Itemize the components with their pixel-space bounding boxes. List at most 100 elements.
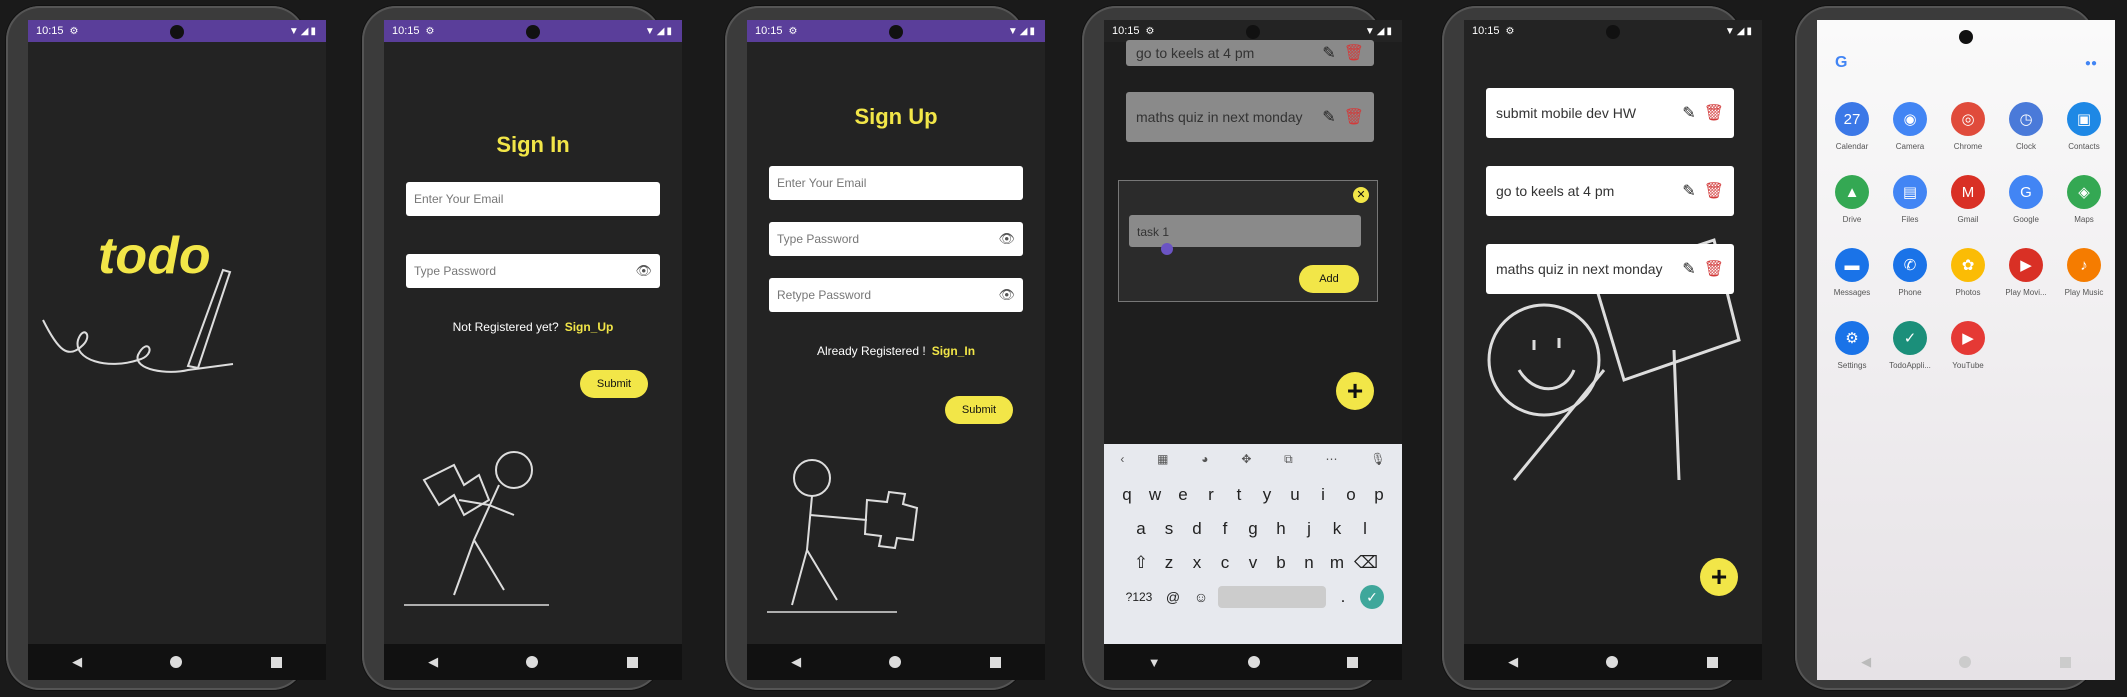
key-p[interactable]: p	[1368, 482, 1390, 508]
nav-home-icon[interactable]	[1606, 656, 1619, 668]
key-g[interactable]: g	[1242, 516, 1264, 542]
key-q[interactable]: q	[1116, 482, 1138, 508]
delete-icon[interactable]: 🗑	[1704, 259, 1724, 279]
backspace-key[interactable]: ⌫	[1354, 550, 1378, 576]
nav-back-icon[interactable]: ◀	[72, 654, 82, 670]
delete-icon[interactable]: 🗑	[1704, 181, 1724, 201]
app-icon-calendar[interactable]: 27 Calendar	[1823, 102, 1881, 151]
kb-sticker-icon[interactable]: ▦	[1157, 452, 1168, 466]
key-x[interactable]: x	[1186, 550, 1208, 576]
app-icon-youtube[interactable]: ▶ YouTube	[1939, 321, 1997, 370]
show-password-eye-icon[interactable]: 👁	[998, 231, 1015, 247]
nav-recents-icon[interactable]	[1347, 656, 1359, 668]
signup-link[interactable]: Sign_Up	[565, 320, 614, 334]
task-card[interactable]: go to keels at 4 pm ✎ 🗑	[1486, 166, 1734, 216]
nav-back-icon[interactable]: ◀	[791, 654, 801, 670]
app-icon-contacts[interactable]: ▣ Contacts	[2055, 102, 2113, 151]
key-s[interactable]: s	[1158, 516, 1180, 542]
nav-home-icon[interactable]	[889, 656, 902, 668]
symbols-key[interactable]: ?123	[1122, 584, 1156, 610]
app-icon-photos[interactable]: ✿ Photos	[1939, 248, 1997, 297]
key-f[interactable]: f	[1214, 516, 1236, 542]
period-key[interactable]: .	[1332, 584, 1354, 610]
key-k[interactable]: k	[1326, 516, 1348, 542]
signin-link[interactable]: Sign_In	[932, 344, 975, 358]
key-u[interactable]: u	[1284, 482, 1306, 508]
key-v[interactable]: v	[1242, 550, 1264, 576]
task-card[interactable]: maths quiz in next monday ✎ 🗑	[1486, 244, 1734, 294]
nav-home-icon[interactable]	[526, 656, 539, 668]
key-a[interactable]: a	[1130, 516, 1152, 542]
key-b[interactable]: b	[1270, 550, 1292, 576]
kb-mic-off-icon[interactable]: 🎙	[1370, 452, 1385, 466]
kb-back-icon[interactable]: ‹	[1120, 452, 1124, 466]
key-c[interactable]: c	[1214, 550, 1236, 576]
app-icon-phone[interactable]: ✆ Phone	[1881, 248, 1939, 297]
app-icon-settings[interactable]: ⚙ Settings	[1823, 321, 1881, 370]
add-task-fab[interactable]: +	[1700, 558, 1738, 596]
kb-cursor-icon[interactable]: ✥	[1241, 452, 1251, 466]
email-field[interactable]: Enter Your Email	[406, 182, 660, 216]
delete-icon[interactable]: 🗑	[1704, 103, 1724, 123]
kb-palette-icon[interactable]: ◕	[1201, 452, 1208, 466]
app-icon-drive[interactable]: ▲ Drive	[1823, 175, 1881, 224]
task-card[interactable]: submit mobile dev HW ✎ 🗑	[1486, 88, 1734, 138]
nav-back-icon[interactable]: ◀	[1508, 654, 1518, 670]
key-h[interactable]: h	[1270, 516, 1292, 542]
enter-key[interactable]: ✓	[1360, 585, 1384, 609]
at-key[interactable]: @	[1162, 584, 1184, 610]
password-field[interactable]: Type Password 👁	[769, 222, 1023, 256]
emoji-key[interactable]: ☺	[1190, 584, 1212, 610]
key-l[interactable]: l	[1354, 516, 1376, 542]
show-password-eye-icon[interactable]: 👁	[635, 263, 652, 279]
show-retype-password-eye-icon[interactable]: 👁	[998, 287, 1015, 303]
app-icon-camera[interactable]: ◉ Camera	[1881, 102, 1939, 151]
space-key[interactable]	[1218, 586, 1326, 608]
app-icon-play-movi[interactable]: ▶ Play Movi...	[1997, 248, 2055, 297]
key-m[interactable]: m	[1326, 550, 1348, 576]
app-icon-files[interactable]: ▤ Files	[1881, 175, 1939, 224]
nav-home-icon[interactable]	[170, 656, 183, 668]
nav-back-icon[interactable]: ▼	[1148, 655, 1161, 670]
key-e[interactable]: e	[1172, 482, 1194, 508]
nav-recents-icon[interactable]	[270, 656, 282, 668]
nav-home-icon[interactable]	[1247, 656, 1260, 668]
add-task-fab[interactable]: +	[1336, 372, 1374, 410]
nav-recents-icon[interactable]	[2059, 656, 2071, 668]
key-r[interactable]: r	[1200, 482, 1222, 508]
key-n[interactable]: n	[1298, 550, 1320, 576]
app-icon-todoappli[interactable]: ✓ TodoAppli...	[1881, 321, 1939, 370]
app-icon-google[interactable]: G Google	[1997, 175, 2055, 224]
add-button[interactable]: Add	[1299, 265, 1359, 293]
key-w[interactable]: w	[1144, 482, 1166, 508]
app-icon-gmail[interactable]: M Gmail	[1939, 175, 1997, 224]
email-field[interactable]: Enter Your Email	[769, 166, 1023, 200]
kb-resize-icon[interactable]: ⧉	[1284, 452, 1293, 467]
key-j[interactable]: j	[1298, 516, 1320, 542]
text-cursor-handle[interactable]	[1161, 243, 1173, 255]
password-field[interactable]: Type Password 👁	[406, 254, 660, 288]
close-icon[interactable]: ✕	[1353, 187, 1369, 203]
shift-key[interactable]: ⇧	[1130, 550, 1152, 576]
app-icon-chrome[interactable]: ◎ Chrome	[1939, 102, 1997, 151]
retype-password-field[interactable]: Retype Password 👁	[769, 278, 1023, 312]
key-d[interactable]: d	[1186, 516, 1208, 542]
key-i[interactable]: i	[1312, 482, 1334, 508]
assistant-icon[interactable]: ●●	[2085, 58, 2097, 69]
app-icon-maps[interactable]: ◈ Maps	[2055, 175, 2113, 224]
app-icon-play-music[interactable]: ♪ Play Music	[2055, 248, 2113, 297]
edit-icon[interactable]: ✎	[1682, 259, 1695, 279]
nav-recents-icon[interactable]	[626, 656, 638, 668]
submit-button[interactable]: Submit	[580, 370, 648, 398]
nav-back-icon[interactable]: ◀	[428, 654, 438, 670]
nav-recents-icon[interactable]	[1706, 656, 1718, 668]
nav-recents-icon[interactable]	[989, 656, 1001, 668]
task-input[interactable]: task 1	[1129, 215, 1361, 247]
app-icon-messages[interactable]: ▬ Messages	[1823, 248, 1881, 297]
key-z[interactable]: z	[1158, 550, 1180, 576]
app-icon-clock[interactable]: ◷ Clock	[1997, 102, 2055, 151]
launcher-search-bar[interactable]: G ●●	[1827, 48, 2105, 78]
key-y[interactable]: y	[1256, 482, 1278, 508]
key-o[interactable]: o	[1340, 482, 1362, 508]
edit-icon[interactable]: ✎	[1682, 103, 1695, 123]
